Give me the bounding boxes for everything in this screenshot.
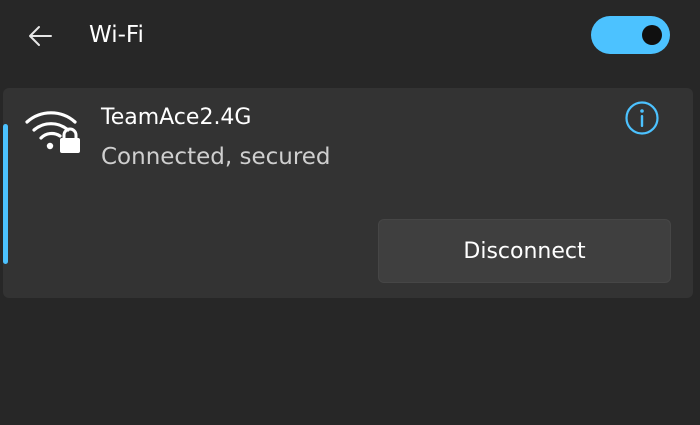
network-status: Connected, secured xyxy=(101,144,331,170)
disconnect-button[interactable]: Disconnect xyxy=(378,219,671,283)
wifi-secured-icon xyxy=(25,111,80,153)
network-item[interactable]: TeamAce2.4G Connected, secured Disconnec… xyxy=(3,88,693,298)
selected-indicator xyxy=(3,124,8,264)
wifi-header: Wi-Fi xyxy=(0,0,700,72)
toggle-knob xyxy=(642,25,662,45)
network-properties-button[interactable] xyxy=(622,98,662,138)
arrow-left-icon xyxy=(29,26,52,46)
back-button[interactable] xyxy=(18,14,62,58)
wifi-toggle[interactable] xyxy=(591,16,670,54)
info-icon xyxy=(625,101,659,135)
page-title: Wi-Fi xyxy=(89,22,144,48)
wifi-panel: Wi-Fi TeamAce2.4G Connected, secured Dis… xyxy=(0,0,700,425)
network-name: TeamAce2.4G xyxy=(101,105,252,130)
